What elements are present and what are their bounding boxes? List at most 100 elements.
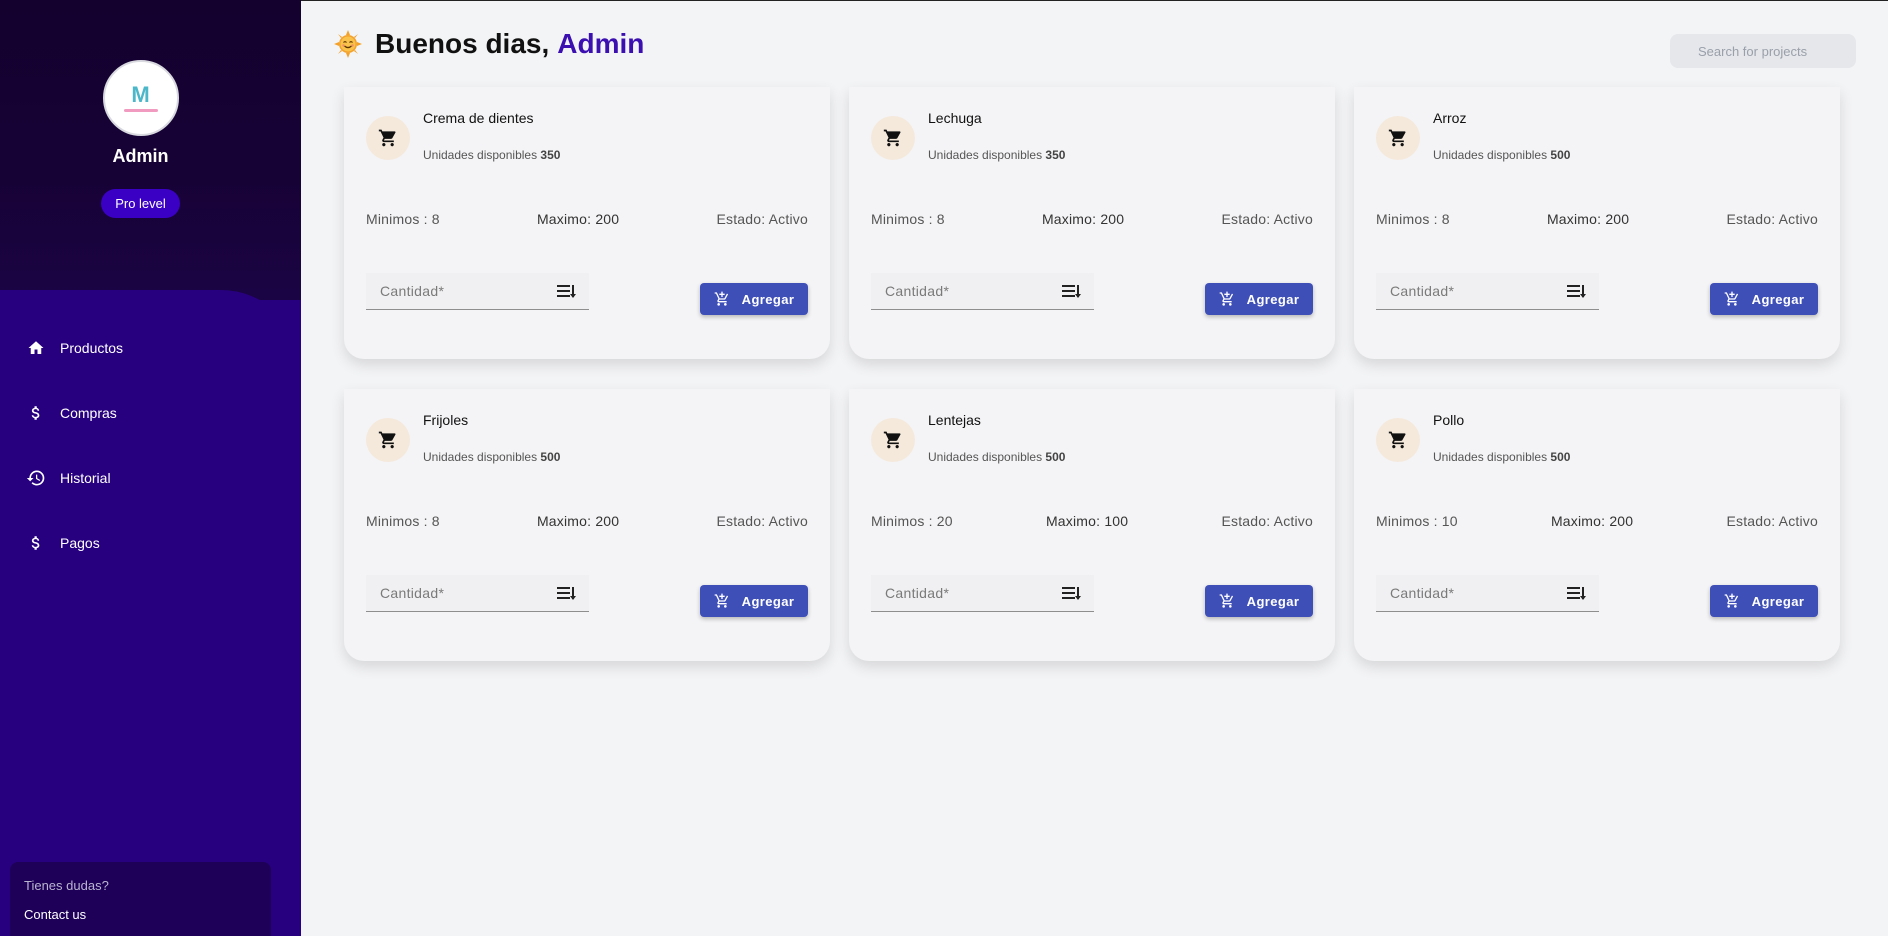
add-cart-icon (1724, 291, 1740, 307)
product-name: Lentejas (928, 412, 981, 428)
sidebar-item-label: Historial (60, 469, 111, 486)
list-numbered-icon (1567, 285, 1586, 298)
cart-icon (1376, 116, 1420, 160)
quantity-field (1376, 575, 1599, 612)
units-prefix: Unidades disponibles (423, 450, 538, 464)
quantity-field (366, 575, 589, 612)
product-card: Lentejas Unidades disponibles 500 Minimo… (849, 389, 1335, 661)
cart-icon (1376, 418, 1420, 462)
list-numbered-icon (557, 285, 576, 298)
product-card: Lechuga Unidades disponibles 350 Minimos… (849, 87, 1335, 359)
add-cart-icon (1219, 593, 1235, 609)
units-prefix: Unidades disponibles (1433, 450, 1548, 464)
add-to-cart-button[interactable]: Agregar (1710, 283, 1818, 315)
max-value: Maximo: 200 (536, 211, 620, 227)
units-value: 350 (540, 148, 561, 162)
quantity-input[interactable] (380, 585, 530, 601)
search-input[interactable] (1670, 34, 1856, 68)
quantity-field (366, 273, 589, 310)
units-value: 500 (540, 450, 561, 464)
product-grid: Crema de dientes Unidades disponibles 35… (344, 87, 1841, 661)
status-value: Estado: Activo (1726, 513, 1818, 529)
add-to-cart-button[interactable]: Agregar (1205, 283, 1313, 315)
sidebar-item-historial[interactable]: Historial (0, 445, 301, 510)
product-card: Crema de dientes Unidades disponibles 35… (344, 87, 830, 359)
cart-icon (366, 116, 410, 160)
sidebar-item-pagos[interactable]: Pagos (0, 510, 301, 575)
max-value: Maximo: 200 (1550, 513, 1634, 529)
help-question: Tienes dudas? (24, 878, 109, 893)
cart-icon (871, 116, 915, 160)
greeting-user: Admin (557, 28, 645, 59)
sidebar-item-label: Productos (60, 339, 124, 356)
min-value: Minimos : 8 (366, 513, 440, 529)
units-prefix: Unidades disponibles (928, 148, 1043, 162)
contact-us-link[interactable]: Contact us (24, 907, 257, 922)
product-name: Frijoles (423, 412, 469, 428)
pro-level-badge[interactable]: Pro level (101, 189, 180, 218)
home-icon (26, 338, 46, 358)
max-value: Maximo: 200 (1546, 211, 1630, 227)
product-stats: Minimos : 8 Maximo: 200 Estado: Activo (1376, 211, 1818, 227)
min-value: Minimos : 8 (366, 211, 440, 227)
help-box: Tienes dudas? Contact us (10, 862, 271, 936)
cart-icon (871, 418, 915, 462)
profile: M Admin Pro level (0, 60, 281, 218)
quantity-input[interactable] (1390, 283, 1540, 299)
add-to-cart-button[interactable]: Agregar (700, 585, 808, 617)
product-card: Arroz Unidades disponibles 500 Minimos :… (1354, 87, 1840, 359)
avatar[interactable]: M (102, 60, 179, 136)
quantity-field (871, 575, 1094, 612)
add-cart-icon (714, 291, 730, 307)
sidebar-item-compras[interactable]: Compras (0, 380, 301, 445)
product-name: Lechuga (928, 110, 982, 126)
quantity-input[interactable] (885, 585, 1035, 601)
add-cart-icon (1219, 291, 1235, 307)
product-stats: Minimos : 8 Maximo: 200 Estado: Activo (366, 513, 808, 529)
quantity-input[interactable] (1390, 585, 1540, 601)
product-stats: Minimos : 8 Maximo: 200 Estado: Activo (871, 211, 1313, 227)
profile-name: Admin (112, 146, 169, 166)
units-value: 500 (1045, 450, 1066, 464)
max-value: Maximo: 200 (536, 513, 620, 529)
history-icon (26, 468, 46, 488)
product-units: Unidades disponibles 500 (423, 450, 560, 464)
add-label: Agregar (1751, 291, 1805, 307)
max-value: Maximo: 100 (1045, 513, 1129, 529)
sidebar: M Admin Pro level Productos Compras Hist… (0, 0, 301, 936)
min-value: Minimos : 8 (871, 211, 945, 227)
quantity-input[interactable] (380, 283, 530, 299)
product-stats: Minimos : 10 Maximo: 200 Estado: Activo (1376, 513, 1818, 529)
sidebar-nav: Productos Compras Historial Pagos (0, 315, 301, 575)
status-value: Estado: Activo (1726, 211, 1818, 227)
units-value: 500 (1550, 450, 1571, 464)
product-stats: Minimos : 20 Maximo: 100 Estado: Activo (871, 513, 1313, 529)
units-value: 350 (1045, 148, 1066, 162)
list-numbered-icon (1062, 285, 1081, 298)
min-value: Minimos : 20 (871, 513, 953, 529)
add-to-cart-button[interactable]: Agregar (700, 283, 808, 315)
dollar-icon (26, 403, 46, 423)
status-value: Estado: Activo (716, 513, 808, 529)
product-name: Arroz (1433, 110, 1467, 126)
product-stats: Minimos : 8 Maximo: 200 Estado: Activo (366, 211, 808, 227)
min-value: Minimos : 10 (1376, 513, 1458, 529)
sidebar-item-label: Compras (60, 404, 117, 421)
add-to-cart-button[interactable]: Agregar (1205, 585, 1313, 617)
product-card: Pollo Unidades disponibles 500 Minimos :… (1354, 389, 1840, 661)
quantity-field (1376, 273, 1599, 310)
header: Buenos dias, Admin (301, 0, 1888, 90)
status-value: Estado: Activo (716, 211, 808, 227)
max-value: Maximo: 200 (1041, 211, 1125, 227)
add-to-cart-button[interactable]: Agregar (1710, 585, 1818, 617)
product-units: Unidades disponibles 500 (1433, 148, 1570, 162)
product-units: Unidades disponibles 500 (1433, 450, 1570, 464)
cart-icon (366, 418, 410, 462)
add-label: Agregar (741, 593, 795, 609)
quantity-input[interactable] (885, 283, 1035, 299)
status-value: Estado: Activo (1221, 513, 1313, 529)
brand-logo-icon: M (131, 82, 150, 107)
sidebar-item-productos[interactable]: Productos (0, 315, 301, 380)
product-units: Unidades disponibles 500 (928, 450, 1065, 464)
units-prefix: Unidades disponibles (1433, 148, 1548, 162)
